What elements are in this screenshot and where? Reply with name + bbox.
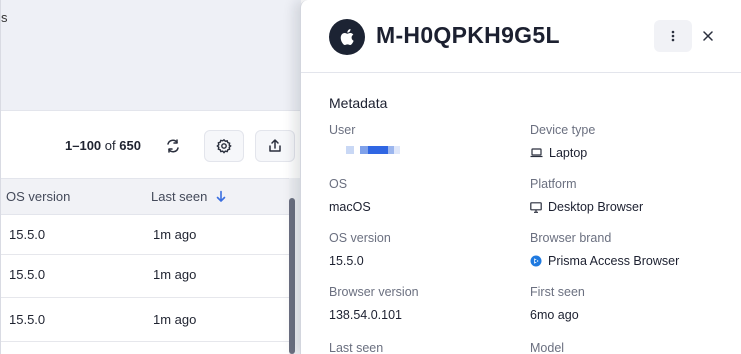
sort-down-icon: [217, 190, 226, 202]
device-type-text: Laptop: [549, 146, 588, 160]
list-header-area: s: [1, 0, 301, 110]
platform-value: Desktop Browser: [530, 200, 643, 214]
cell-last-seen: 1m ago: [153, 312, 197, 327]
cell-last-seen: 1m ago: [153, 227, 197, 242]
device-list-panel: s 1–100 of 650 OS version Last seen 15.5…: [0, 0, 301, 354]
device-avatar: [329, 19, 365, 55]
first-seen-label: First seen: [530, 285, 585, 299]
model-label: Model: [530, 341, 565, 354]
last-seen-label: Last seen: [329, 341, 384, 354]
scrollbar-thumb[interactable]: [289, 198, 295, 354]
device-type-label: Device type: [530, 123, 596, 137]
device-detail-drawer: M-H0QPKH9G5L Metadata User Device type L…: [300, 0, 741, 354]
close-button[interactable]: [698, 22, 718, 50]
truncated-header-text: s: [1, 10, 8, 25]
os-version-label: OS version: [329, 231, 391, 245]
refresh-button[interactable]: [153, 130, 193, 162]
cell-os-version: 15.5.0: [9, 227, 46, 242]
os-value: macOS: [329, 200, 371, 214]
settings-button[interactable]: [204, 130, 244, 162]
platform-label: Platform: [530, 177, 577, 191]
os-version-value: 15.5.0: [329, 254, 364, 268]
export-button[interactable]: [255, 130, 295, 162]
pagination-range: 1–100: [65, 138, 102, 153]
first-seen-value: 6mo ago: [530, 308, 579, 322]
browser-version-label: Browser version: [329, 285, 419, 299]
apple-icon: [340, 29, 354, 45]
browser-version-value: 138.54.0.101: [329, 308, 402, 322]
os-label: OS: [329, 177, 348, 191]
cell-os-version: 15.5.0: [9, 312, 46, 327]
device-title: M-H0QPKH9G5L: [376, 22, 560, 48]
pagination-summary: 1–100 of 650: [65, 138, 141, 153]
user-label: User: [329, 123, 356, 137]
kebab-menu-icon: [671, 30, 675, 42]
pagination-total: 650: [119, 138, 141, 153]
gear-icon: [216, 138, 232, 154]
metadata-section-title: Metadata: [329, 95, 388, 111]
drawer-header: M-H0QPKH9G5L: [301, 0, 741, 73]
monitor-icon: [530, 201, 542, 213]
column-header-last-seen[interactable]: Last seen: [151, 189, 227, 204]
prisma-browser-icon: [530, 255, 542, 267]
column-header-last-seen-label: Last seen: [151, 189, 208, 204]
redacted-user-name: [329, 146, 400, 154]
share-icon: [269, 139, 281, 152]
table-header: OS version Last seen: [1, 178, 289, 215]
divider: [1, 110, 301, 111]
table-row[interactable]: 15.5.0 1m ago: [1, 255, 289, 298]
pagination-of: of: [104, 138, 116, 153]
browser-brand-text: Prisma Access Browser: [548, 254, 680, 268]
user-value[interactable]: [329, 146, 400, 154]
cell-last-seen: 1m ago: [153, 267, 197, 282]
column-header-os-version[interactable]: OS version: [6, 189, 70, 204]
cell-os-version: 15.5.0: [9, 267, 46, 282]
table-row[interactable]: 15.5.0 1m ago: [1, 215, 289, 255]
laptop-icon: [530, 148, 543, 158]
close-icon: [703, 31, 713, 41]
table-row[interactable]: 15.5.0 1m ago: [1, 298, 289, 342]
device-type-value: Laptop: [530, 146, 587, 160]
refresh-icon: [167, 139, 179, 153]
platform-text: Desktop Browser: [548, 200, 644, 214]
browser-brand-label: Browser brand: [530, 231, 612, 245]
browser-brand-value: Prisma Access Browser: [530, 254, 679, 268]
more-actions-button[interactable]: [654, 20, 692, 52]
